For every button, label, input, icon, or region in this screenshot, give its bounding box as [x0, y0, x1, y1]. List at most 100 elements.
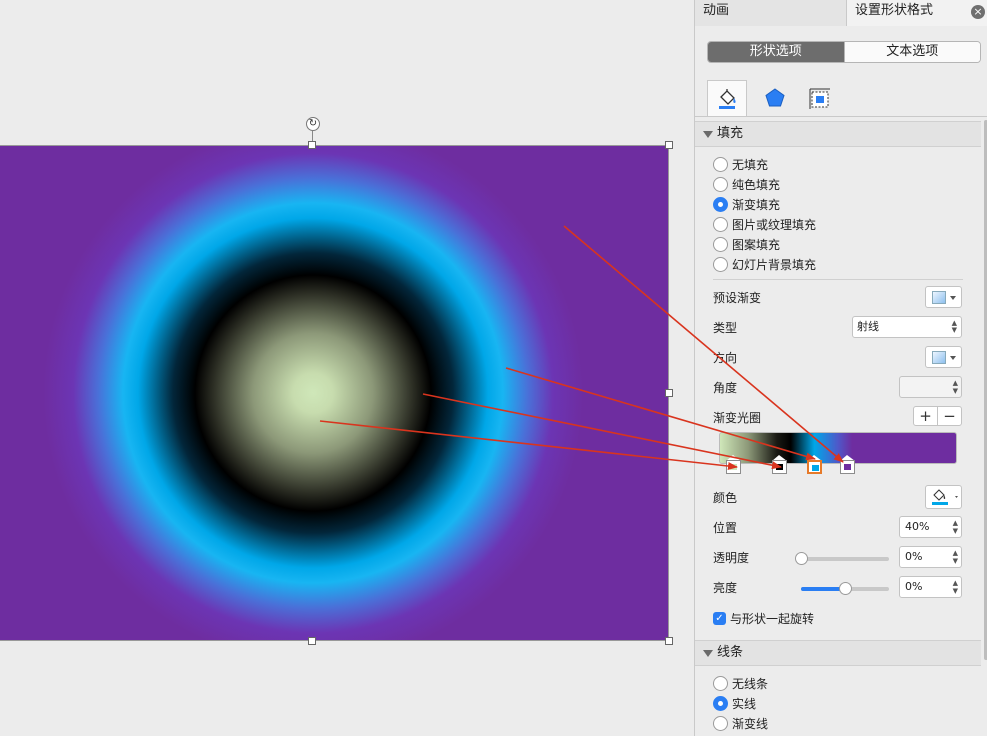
- preset-gradient-label: 预设渐变: [713, 291, 762, 305]
- brightness-value: 0%: [905, 580, 923, 593]
- direction-label: 方向: [713, 351, 738, 365]
- radio-button[interactable]: [713, 675, 728, 691]
- rotate-with-shape-option[interactable]: ✓ 与形状一起旋转: [713, 610, 814, 626]
- gradient-preview-bar[interactable]: [719, 432, 957, 464]
- radio-button-selected[interactable]: [713, 196, 728, 212]
- panel-tabs: 动画 设置形状格式 ×: [695, 0, 987, 26]
- radio-label: 无线条: [732, 676, 769, 691]
- radio-solid-line[interactable]: 实线: [713, 694, 756, 712]
- paint-bucket-icon[interactable]: [707, 80, 747, 117]
- radio-gradient-line[interactable]: 渐变线: [713, 714, 768, 732]
- gradient-rectangle-shape[interactable]: [0, 145, 669, 641]
- transparency-stepper[interactable]: 0% ▲ ▼: [899, 546, 962, 568]
- radio-no-fill[interactable]: 无填充: [713, 155, 768, 173]
- chevron-down-icon: [950, 356, 956, 360]
- radio-label: 实线: [732, 696, 757, 711]
- radio-button[interactable]: [713, 176, 728, 192]
- gradient-stop-handle[interactable]: [726, 455, 741, 476]
- gradient-stop-handle[interactable]: [840, 455, 855, 476]
- brightness-slider[interactable]: [801, 582, 889, 595]
- transparency-slider[interactable]: [795, 552, 889, 565]
- stop-color: [812, 465, 819, 471]
- gradient-stop-handle-selected[interactable]: [807, 455, 822, 476]
- divider: [695, 116, 987, 117]
- resize-handle-top[interactable]: [308, 141, 316, 149]
- up-down-arrows-icon: ▲ ▼: [951, 319, 957, 334]
- radio-pattern-fill[interactable]: 图案填充: [713, 235, 780, 253]
- slide-canvas[interactable]: ↻: [0, 0, 694, 736]
- radio-label: 渐变填充: [732, 197, 781, 212]
- gradient-type-value: 射线: [857, 320, 879, 333]
- line-section-header[interactable]: 线条: [695, 640, 981, 666]
- brightness-label: 亮度: [713, 581, 738, 595]
- gradient-swatch-icon: [932, 351, 946, 364]
- chevron-down-icon: [950, 296, 956, 300]
- gradient-stop-buttons: + −: [913, 406, 962, 426]
- radio-button[interactable]: [713, 715, 728, 731]
- stepper-arrows-icon[interactable]: ▲ ▼: [953, 549, 958, 565]
- size-layout-icon[interactable]: [800, 80, 840, 116]
- stepper-arrows-icon[interactable]: ▲ ▼: [953, 519, 958, 535]
- radio-button[interactable]: [713, 156, 728, 172]
- resize-handle-right[interactable]: [665, 389, 673, 397]
- slider-knob[interactable]: [839, 582, 852, 595]
- radio-button-selected[interactable]: [713, 695, 728, 711]
- gradient-swatch-icon: [932, 291, 946, 304]
- stop-color: [844, 464, 851, 470]
- stepper-arrows-icon[interactable]: ▲ ▼: [953, 579, 958, 595]
- divider: [713, 279, 963, 280]
- radio-no-line[interactable]: 无线条: [713, 674, 768, 692]
- slider-knob[interactable]: [795, 552, 808, 565]
- resize-handle-top-right[interactable]: [665, 141, 673, 149]
- radio-label: 图片或纹理填充: [732, 217, 817, 232]
- radio-label: 纯色填充: [732, 177, 781, 192]
- disclosure-triangle-icon: [703, 650, 713, 657]
- transparency-label: 透明度: [713, 551, 750, 565]
- tab-format-shape[interactable]: 设置形状格式: [847, 0, 987, 26]
- fill-section-header[interactable]: 填充: [695, 121, 981, 147]
- options-segmented-control: 形状选项 文本选项: [707, 41, 981, 63]
- preset-gradient-dropdown[interactable]: [925, 286, 962, 308]
- angle-stepper[interactable]: ▲ ▼: [899, 376, 962, 398]
- gradient-type-select[interactable]: 射线 ▲ ▼: [852, 316, 962, 338]
- rotate-with-shape-checkbox[interactable]: ✓: [713, 611, 726, 625]
- color-picker-dropdown[interactable]: [925, 485, 962, 509]
- rotate-with-shape-label: 与形状一起旋转: [730, 611, 815, 626]
- resize-handle-bottom-right[interactable]: [665, 637, 673, 645]
- radio-label: 幻灯片背景填充: [732, 257, 817, 272]
- remove-stop-button[interactable]: −: [937, 407, 961, 425]
- transparency-value: 0%: [905, 550, 923, 563]
- color-label: 颜色: [713, 491, 738, 505]
- angle-label: 角度: [713, 381, 738, 395]
- radio-picture-texture-fill[interactable]: 图片或纹理填充: [713, 215, 816, 233]
- radio-label: 图案填充: [732, 237, 781, 252]
- disclosure-triangle-icon: [703, 131, 713, 138]
- rotate-icon[interactable]: ↻: [306, 117, 320, 131]
- radio-button[interactable]: [713, 216, 728, 232]
- fill-section-title: 填充: [717, 126, 744, 141]
- radio-label: 无填充: [732, 157, 769, 172]
- paint-bucket-icon: [932, 489, 958, 505]
- radio-solid-fill[interactable]: 纯色填充: [713, 175, 780, 193]
- position-stepper[interactable]: 40% ▲ ▼: [899, 516, 962, 538]
- text-options-tab[interactable]: 文本选项: [843, 42, 980, 62]
- direction-dropdown[interactable]: [925, 346, 962, 368]
- radio-button[interactable]: [713, 256, 728, 272]
- pentagon-icon[interactable]: [755, 80, 795, 116]
- close-icon[interactable]: ×: [971, 5, 985, 19]
- radio-slide-background-fill[interactable]: 幻灯片背景填充: [713, 255, 816, 273]
- stop-color: [730, 464, 737, 470]
- gradient-stop-handle[interactable]: [772, 455, 787, 476]
- tab-animation[interactable]: 动画: [695, 0, 847, 26]
- brightness-stepper[interactable]: 0% ▲ ▼: [899, 576, 962, 598]
- radio-gradient-fill[interactable]: 渐变填充: [713, 195, 780, 213]
- position-label: 位置: [713, 521, 738, 535]
- radio-button[interactable]: [713, 236, 728, 252]
- shape-options-tab[interactable]: 形状选项: [708, 42, 844, 62]
- position-value: 40%: [905, 520, 930, 533]
- radio-label: 渐变线: [732, 716, 769, 731]
- add-stop-button[interactable]: +: [914, 407, 937, 425]
- stepper-arrows-icon[interactable]: ▲ ▼: [953, 379, 958, 395]
- resize-handle-bottom[interactable]: [308, 637, 316, 645]
- type-label: 类型: [713, 321, 738, 335]
